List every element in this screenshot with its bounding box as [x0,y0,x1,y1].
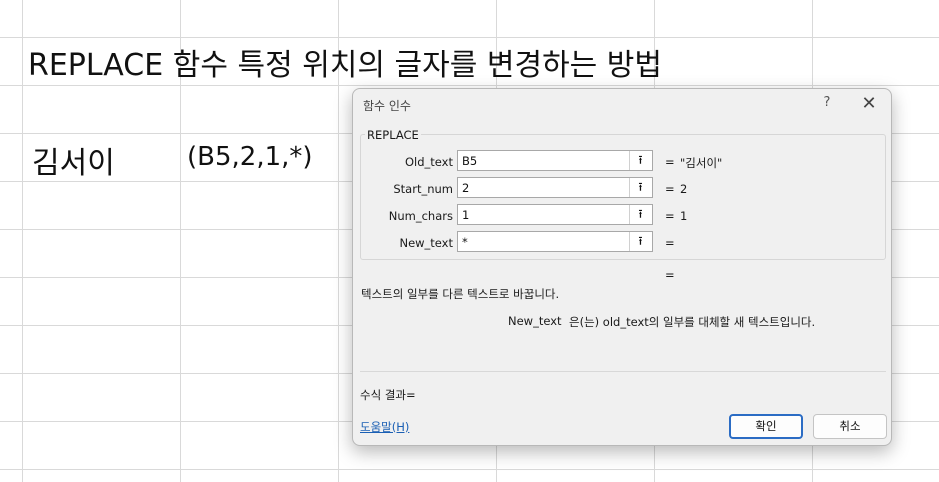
sheet-title-cell[interactable]: REPLACE 함수 특정 위치의 글자를 변경하는 방법 [28,40,662,84]
grid-line [0,85,939,86]
equals-sign: = [665,182,675,196]
equals-sign: = [665,236,675,250]
help-link[interactable]: 도움말(H) [360,419,409,435]
dialog-titlebar[interactable]: 함수 인수 ? ✕ [353,89,891,119]
function-arguments-dialog: 함수 인수 ? ✕ REPLACE Old_text ⭱ = "김서이" Sta… [352,88,892,446]
function-name: REPLACE [365,128,421,142]
equals-sign: = [665,155,675,169]
argument-description-label: New_text [508,314,562,328]
arg-result-num-chars: 1 [680,209,688,223]
formula-result: 수식 결과= [360,388,416,402]
collapse-dialog-icon[interactable]: ⭱ [629,178,651,197]
collapse-dialog-icon[interactable]: ⭱ [629,151,651,170]
dialog-title: 함수 인수 [363,99,411,113]
function-result-equals: = [665,268,675,282]
cancel-button[interactable]: 취소 [813,414,887,439]
grid-line [0,469,939,470]
num-chars-input[interactable] [457,204,653,225]
collapse-dialog-icon[interactable]: ⭱ [629,205,651,224]
arg-result-old-text: "김서이" [680,156,723,170]
arg-label-old-text: Old_text [405,155,453,169]
function-description: 텍스트의 일부를 다른 텍스트로 바꿉니다. [361,287,560,301]
arg-label-num-chars: Num_chars [388,209,453,223]
name-cell[interactable]: 김서이 [32,138,115,182]
grid-line [22,0,23,482]
divider [360,371,886,372]
start-num-input[interactable] [457,177,653,198]
help-icon[interactable]: ? [818,95,836,110]
new-text-input[interactable] [457,231,653,252]
equals-sign: = [665,209,675,223]
old-text-input[interactable] [457,150,653,171]
close-icon[interactable]: ✕ [859,93,879,114]
grid-line [0,37,939,38]
arg-result-start-num: 2 [680,182,688,196]
arg-label-new-text: New_text [399,236,453,250]
arg-label-start-num: Start_num [393,182,453,196]
argument-description: 은(는) old_text의 일부를 대체할 새 텍스트입니다. [569,315,816,329]
ok-button[interactable]: 확인 [729,414,803,439]
collapse-dialog-icon[interactable]: ⭱ [629,232,651,251]
formula-cell[interactable]: (B5,2,1,*) [187,142,313,172]
